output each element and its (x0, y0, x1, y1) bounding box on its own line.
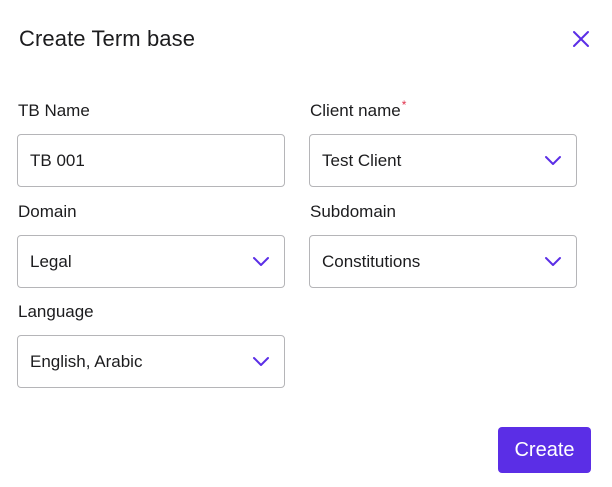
chevron-down-icon[interactable] (544, 155, 562, 167)
client-name-select[interactable]: Test Client (309, 134, 577, 187)
dialog-title: Create Term base (19, 26, 196, 51)
client-name-label-text: Client name (310, 101, 401, 120)
tb-name-label-text: TB Name (18, 101, 90, 120)
subdomain-value: Constitutions (322, 251, 421, 271)
language-select[interactable]: English, Arabic (17, 335, 285, 388)
chevron-down-icon[interactable] (544, 256, 562, 268)
client-name-value: Test Client (322, 150, 402, 170)
close-icon[interactable] (572, 30, 590, 51)
close-button[interactable] (568, 27, 594, 53)
language-value: English, Arabic (30, 351, 143, 371)
subdomain-label: Subdomain (310, 202, 396, 222)
create-button[interactable]: Create (498, 427, 591, 473)
client-name-label: Client name* (310, 98, 407, 121)
tb-name-label: TB Name (18, 101, 90, 121)
chevron-down-icon[interactable] (252, 256, 270, 268)
tb-name-field[interactable] (17, 134, 285, 187)
domain-select[interactable]: Legal (17, 235, 285, 288)
language-label: Language (18, 302, 94, 322)
language-label-text: Language (18, 302, 94, 321)
domain-label: Domain (18, 202, 77, 222)
required-marker: * (401, 98, 407, 112)
subdomain-label-text: Subdomain (310, 202, 397, 221)
create-term-base-dialog: Create Term base TB Name Client name* Te… (0, 0, 612, 487)
domain-value: Legal (30, 251, 72, 271)
subdomain-select[interactable]: Constitutions (309, 235, 577, 288)
domain-label-text: Domain (18, 202, 77, 221)
tb-name-input[interactable] (30, 150, 272, 171)
chevron-down-icon[interactable] (252, 356, 270, 368)
